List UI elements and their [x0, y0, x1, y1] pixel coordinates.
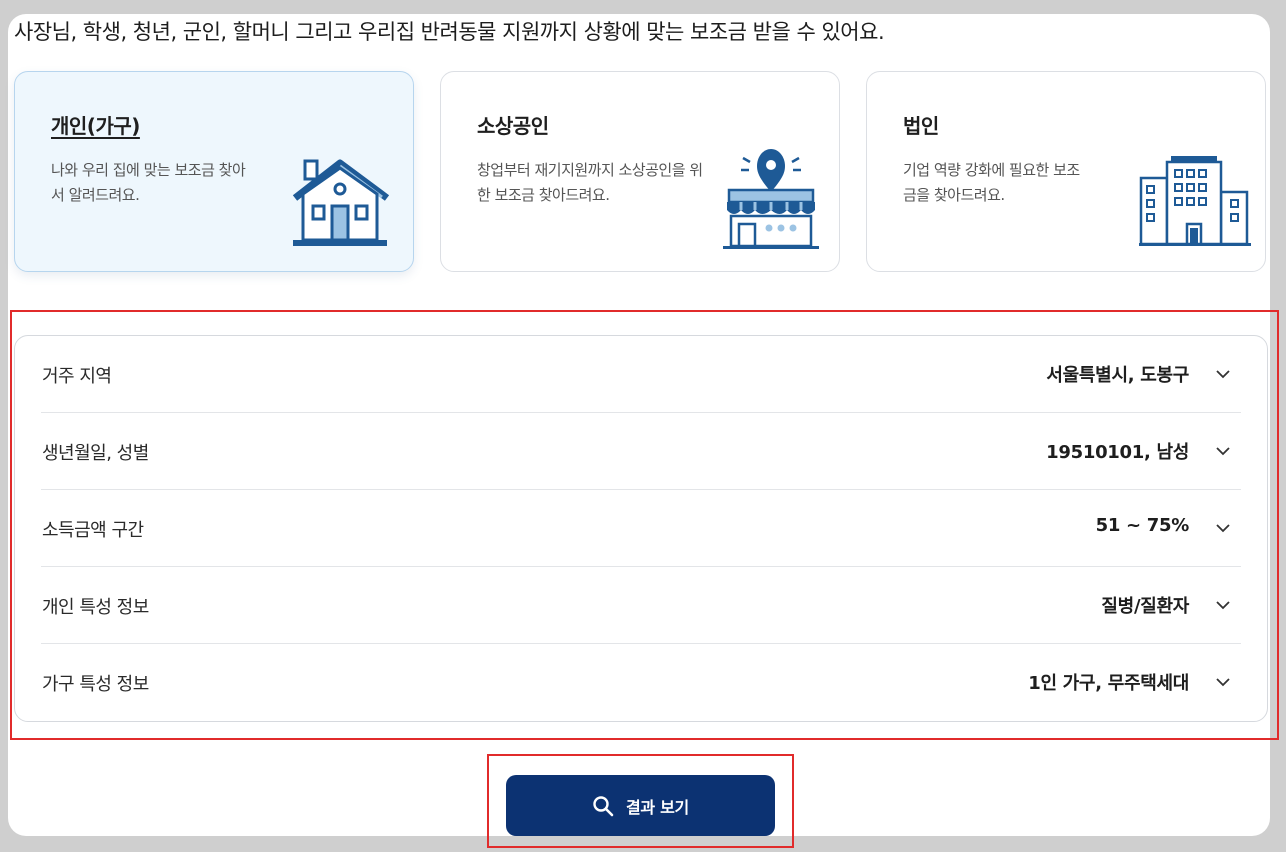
view-results-button[interactable]: 결과 보기: [506, 775, 775, 836]
card-title: 개인(가구): [51, 114, 140, 138]
search-icon: [593, 795, 614, 816]
card-small-business[interactable]: 소상공인 창업부터 재기지원까지 소상공인을 위한 보조금 찾아드려요.: [440, 71, 840, 272]
form-row-birth-gender[interactable]: 생년월일, 성별 19510101, 남성: [41, 413, 1241, 490]
button-label: 결과 보기: [626, 797, 689, 817]
chevron-down-icon[interactable]: [1215, 443, 1231, 459]
house-icon: [292, 159, 390, 246]
row-value: 질병/질환자: [1101, 596, 1189, 617]
form-row-personal-traits[interactable]: 개인 특성 정보 질병/질환자: [41, 567, 1241, 644]
form-row-region[interactable]: 거주 지역 서울특별시, 도봉구: [41, 336, 1241, 413]
form-row-household-traits[interactable]: 가구 특성 정보 1인 가구, 무주택세대: [41, 644, 1241, 721]
card-corporation[interactable]: 법인 기업 역량 강화에 필요한 보조금을 찾아드려요.: [866, 71, 1266, 272]
chevron-down-icon[interactable]: [1215, 674, 1231, 690]
row-value: 51 ~ 75%: [1095, 515, 1190, 536]
form-row-income[interactable]: 소득금액 구간 51 ~ 75%: [41, 490, 1241, 567]
row-label: 가구 특성 정보: [42, 674, 149, 695]
card-individual[interactable]: 개인(가구) 나와 우리 집에 맞는 보조금 찾아서 알려드려요.: [14, 71, 414, 272]
row-value: 19510101, 남성: [1046, 442, 1189, 463]
row-label: 생년월일, 성별: [42, 443, 149, 464]
intro-text: 사장님, 학생, 청년, 군인, 할머니 그리고 우리집 반려동물 지원까지 상…: [14, 20, 885, 44]
office-building-icon: [1139, 156, 1251, 246]
page: 사장님, 학생, 청년, 군인, 할머니 그리고 우리집 반려동물 지원까지 상…: [0, 0, 1286, 852]
card-title: 법인: [903, 114, 939, 138]
conditions-form: 거주 지역 서울특별시, 도봉구 생년월일, 성별 19510101, 남성 소…: [14, 335, 1268, 722]
chevron-down-icon[interactable]: [1215, 520, 1231, 536]
chevron-down-icon[interactable]: [1215, 366, 1231, 382]
store-location-icon: [723, 149, 819, 249]
row-label: 소득금액 구간: [42, 520, 144, 541]
card-description: 나와 우리 집에 맞는 보조금 찾아서 알려드려요.: [51, 161, 246, 204]
chevron-down-icon[interactable]: [1215, 597, 1231, 613]
card-description: 창업부터 재기지원까지 소상공인을 위한 보조금 찾아드려요.: [477, 161, 703, 204]
card-title: 소상공인: [477, 114, 549, 138]
row-label: 거주 지역: [42, 366, 112, 387]
row-value: 서울특별시, 도봉구: [1046, 365, 1189, 386]
card-description: 기업 역량 강화에 필요한 보조금을 찾아드려요.: [903, 161, 1080, 204]
row-value: 1인 가구, 무주택세대: [1028, 673, 1189, 694]
row-label: 개인 특성 정보: [42, 597, 149, 618]
